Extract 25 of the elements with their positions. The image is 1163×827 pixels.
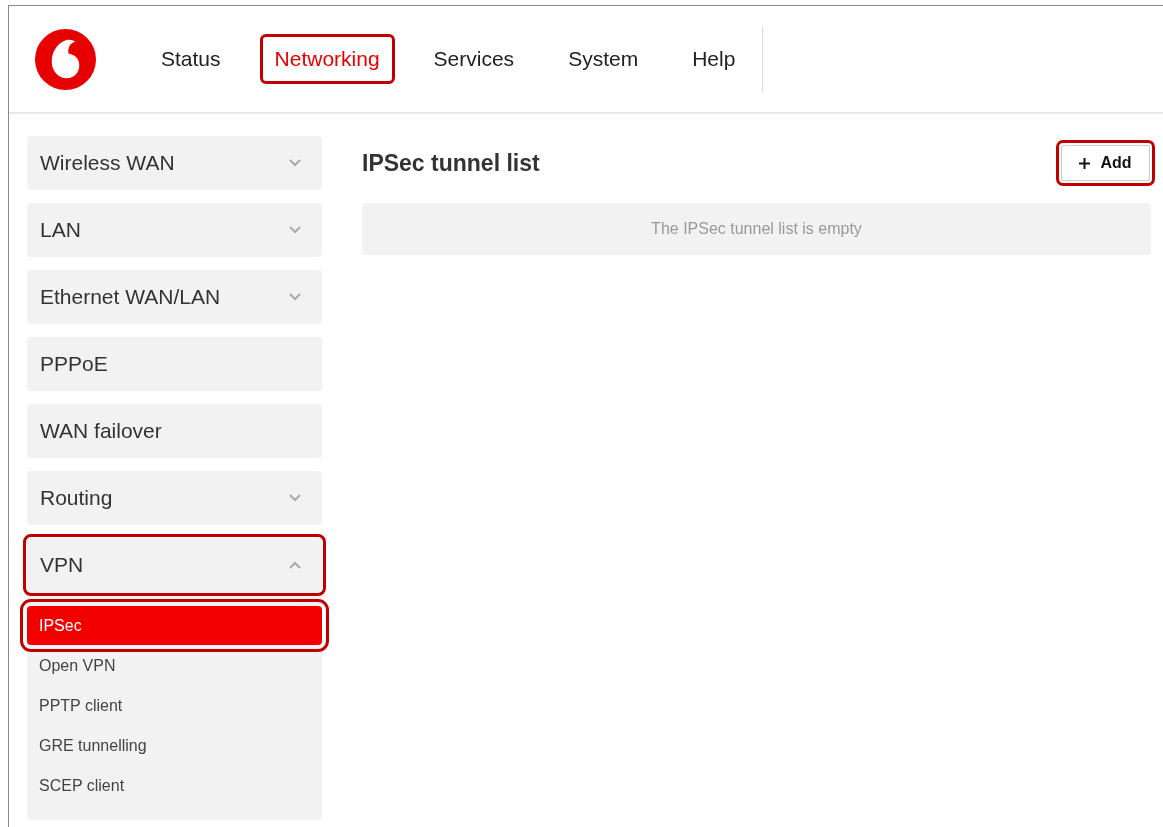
submenu-item[interactable]: Open VPN <box>27 646 322 686</box>
logo-icon <box>34 27 97 91</box>
chevron-down-icon <box>289 494 301 502</box>
sidebar-item[interactable]: Routing <box>27 471 322 525</box>
nav-tab[interactable]: Status <box>146 34 236 84</box>
plus-icon <box>1079 157 1091 169</box>
nav-tab[interactable]: Services <box>418 34 530 84</box>
sidebar-item[interactable]: WAN failover <box>27 404 322 458</box>
sidebar-item[interactable]: LAN <box>27 203 322 257</box>
submenu-item[interactable]: SCEP client <box>27 766 322 806</box>
chevron-down-icon <box>289 293 301 301</box>
sidebar-item[interactable]: PPPoE <box>27 337 322 391</box>
nav-tab[interactable]: Networking <box>259 34 395 84</box>
submenu-item[interactable]: GRE tunnelling <box>27 726 322 766</box>
nav-tab[interactable]: Help <box>677 34 751 84</box>
sidebar-item[interactable]: Wireless WAN <box>27 136 322 190</box>
chevron-down-icon <box>289 226 301 234</box>
submenu-item[interactable]: PPTP client <box>27 686 322 726</box>
chevron-up-icon <box>289 561 301 569</box>
sidebar-item[interactable]: Ethernet WAN/LAN <box>27 270 322 324</box>
chevron-down-icon <box>289 159 301 167</box>
empty-message: The IPSec tunnel list is empty <box>362 203 1151 255</box>
add-button[interactable]: Add <box>1056 140 1155 186</box>
page-title: IPSec tunnel list <box>362 148 540 178</box>
nav-tab[interactable]: System <box>553 34 654 84</box>
